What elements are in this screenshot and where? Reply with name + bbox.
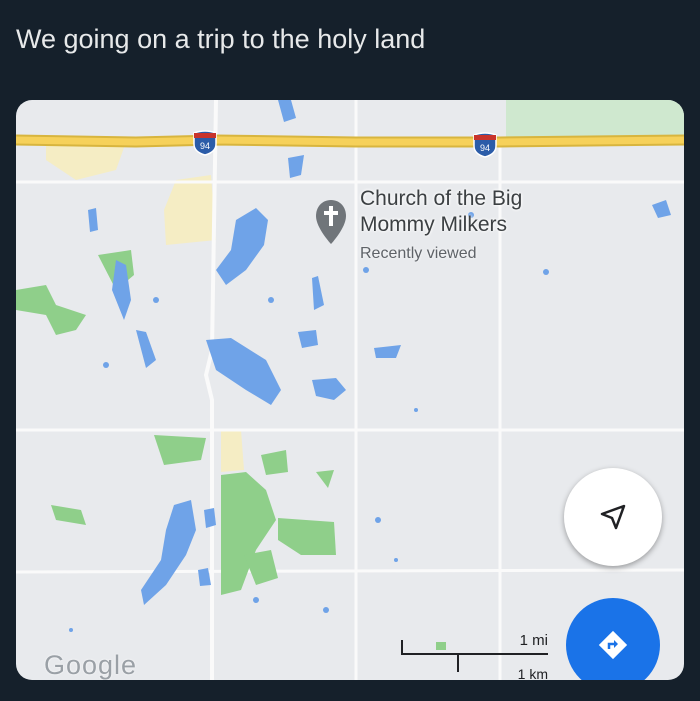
my-location-button[interactable]: [564, 468, 662, 566]
map-view[interactable]: 94 94 Church of the Big Mommy Milkers Re…: [16, 100, 684, 680]
scale-km: 1 km: [517, 666, 548, 680]
map-scale: 1 mi 1 km: [396, 632, 556, 680]
interstate-shield-icon: 94: [193, 130, 217, 156]
directions-icon: [598, 630, 628, 660]
place-name-line2: Mommy Milkers: [360, 213, 507, 236]
place-subtitle: Recently viewed: [360, 245, 477, 262]
place-name[interactable]: Church of the Big Mommy Milkers: [360, 186, 522, 238]
scale-miles: 1 mi: [519, 632, 548, 649]
post-text: We going on a trip to the holy land: [16, 24, 426, 54]
svg-text:94: 94: [480, 143, 490, 153]
church-cross-pin-icon[interactable]: [314, 198, 348, 246]
place-name-line1: Church of the Big: [360, 187, 523, 210]
svg-text:94: 94: [200, 141, 210, 151]
navigation-arrow-icon: [600, 504, 626, 530]
map-canvas[interactable]: [16, 100, 684, 680]
google-logo: Google: [44, 650, 138, 680]
park-area: [506, 100, 684, 138]
interstate-shield-icon: 94: [473, 132, 497, 158]
